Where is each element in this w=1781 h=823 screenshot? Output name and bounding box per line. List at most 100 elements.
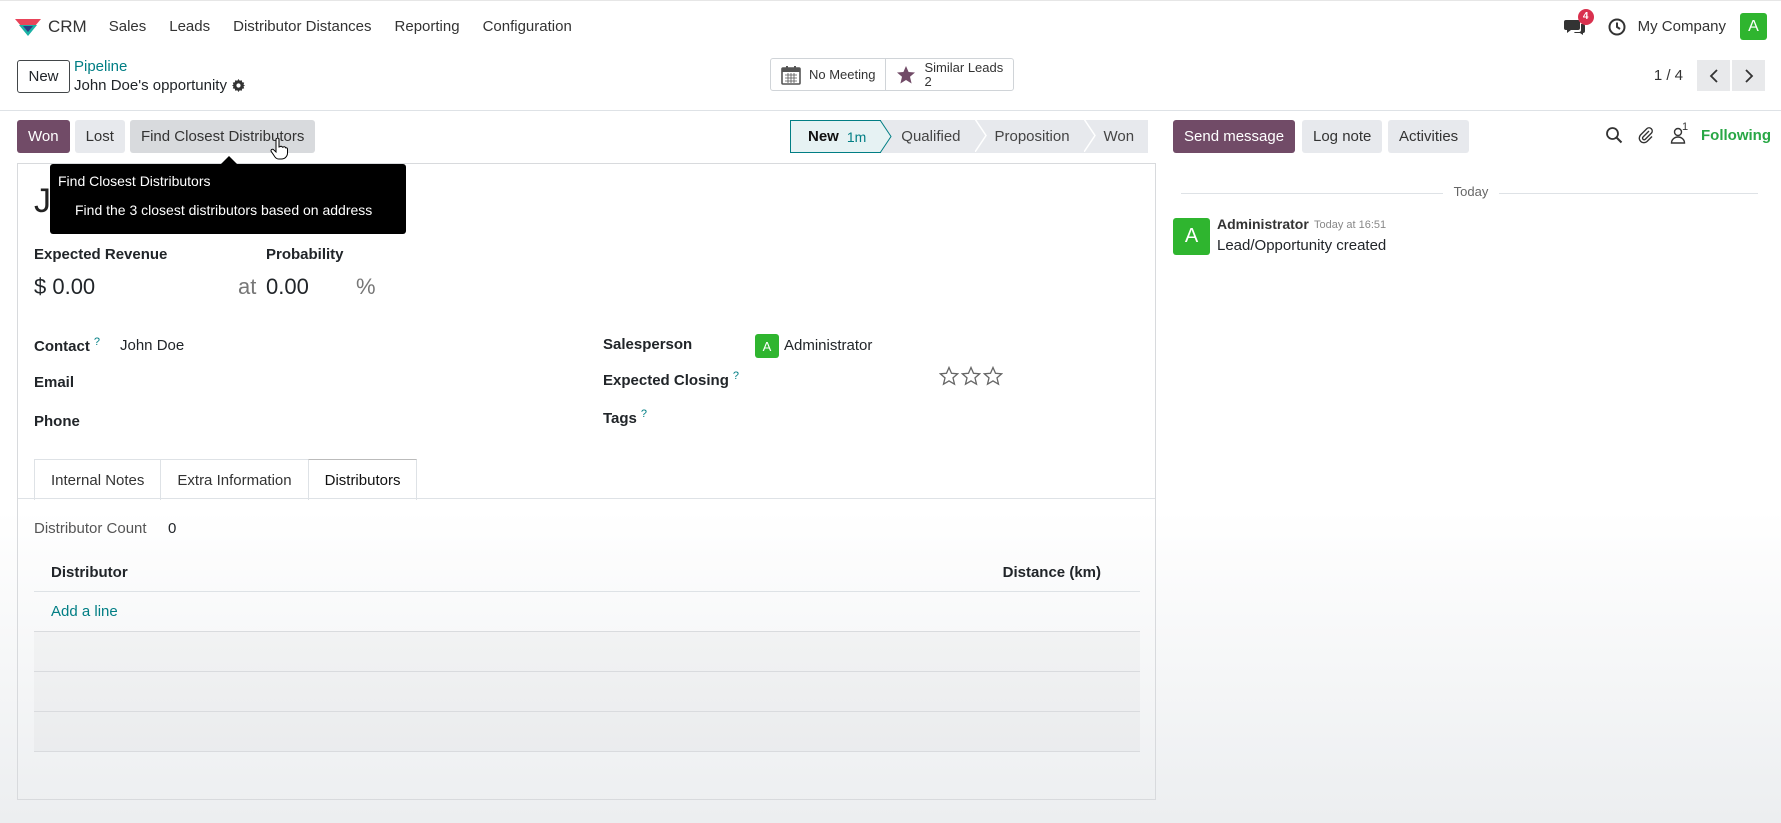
contact-label-text: Contact [34, 338, 90, 355]
chatter-topbar-icons: 1 Following [1605, 121, 1771, 144]
tab-extra-information[interactable]: Extra Information [160, 459, 309, 500]
expected-closing-label: Expected Closing? [603, 370, 739, 389]
date-separator: Today [1181, 184, 1758, 204]
control-panel: New Pipeline John Doe's opportunity No M… [0, 52, 1781, 111]
messaging-button[interactable]: 4 [1563, 8, 1594, 37]
messaging-badge: 4 [1577, 8, 1594, 25]
new-button[interactable]: New [17, 60, 70, 93]
following-button[interactable]: Following [1701, 127, 1771, 144]
email-label: Email [34, 374, 75, 391]
expected-revenue-field[interactable]: $ 0.00 [34, 274, 95, 300]
user-avatar[interactable]: A [1740, 13, 1767, 40]
table-row [34, 632, 1140, 672]
form-sheet: J Expected Revenue $ 0.00 at Probability… [17, 163, 1156, 800]
meeting-smart-button[interactable]: No Meeting [771, 59, 885, 90]
probability-field[interactable]: 0.00 [266, 274, 309, 300]
chevron-left-icon [1709, 68, 1718, 83]
pager-value[interactable]: 1 / 4 [1654, 67, 1683, 84]
main-menu: Sales Leads Distributor Distances Report… [109, 18, 595, 35]
menu-configuration[interactable]: Configuration [483, 18, 572, 35]
menu-leads[interactable]: Leads [169, 18, 210, 35]
stage-new[interactable]: New 1m [790, 120, 892, 153]
separator-line [1499, 193, 1758, 194]
table-header: Distributor Distance (km) [34, 554, 1140, 592]
stage-proposition-label: Proposition [994, 128, 1070, 145]
nav-systray: 4 My Company A [1563, 8, 1767, 40]
followers-button[interactable]: 1 [1669, 121, 1688, 144]
calendar-icon [781, 65, 801, 85]
menu-distributor-distances[interactable]: Distributor Distances [233, 18, 371, 35]
date-separator-label: Today [1453, 184, 1489, 199]
menu-reporting[interactable]: Reporting [395, 18, 460, 35]
chevron-right-icon [1744, 68, 1753, 83]
breadcrumb-pipeline[interactable]: Pipeline [74, 58, 127, 75]
contact-field[interactable]: John Doe [120, 337, 184, 354]
paperclip-icon[interactable] [1637, 126, 1655, 144]
opportunity-title[interactable]: J [34, 182, 51, 221]
priority-stars [939, 366, 1005, 386]
stage-arrow-icon [880, 120, 892, 153]
follower-count: 1 [1682, 121, 1689, 133]
distributor-count-label: Distributor Count [34, 520, 147, 537]
stage-proposition[interactable]: Proposition [974, 119, 1096, 153]
table-row [34, 712, 1140, 752]
similar-leads-smart-button[interactable]: Similar Leads 2 [885, 59, 1013, 90]
similar-leads-text: Similar Leads 2 [924, 59, 1004, 89]
expected-revenue-label: Expected Revenue [34, 246, 168, 263]
salesperson-field[interactable]: Administrator [784, 337, 872, 354]
separator-line [1181, 193, 1443, 194]
similar-leads-count: 2 [924, 73, 932, 89]
distributor-count-value: 0 [168, 520, 177, 537]
meeting-label: No Meeting [809, 67, 876, 82]
column-distance[interactable]: Distance (km) [1003, 564, 1101, 581]
tab-distributors[interactable]: Distributors [307, 459, 418, 500]
pager-previous-button[interactable] [1697, 60, 1730, 91]
button-tooltip: Find Closest Distributors Find the 3 clo… [50, 164, 406, 234]
priority-star-icon[interactable] [961, 366, 981, 386]
pager-next-button[interactable] [1732, 60, 1765, 91]
stage-won-label: Won [1103, 128, 1135, 145]
add-line-button[interactable]: Add a line [51, 603, 118, 620]
probability-label: Probability [266, 246, 344, 263]
stage-qualified[interactable]: Qualified [881, 119, 987, 153]
tooltip-description: Find the 3 closest distributors based on… [75, 202, 373, 218]
stage-qualified-label: Qualified [901, 128, 961, 145]
message-author[interactable]: Administrator [1217, 216, 1309, 232]
column-distributor[interactable]: Distributor [51, 564, 128, 581]
message-author-avatar[interactable]: A [1173, 218, 1210, 255]
message-timestamp: Today at 16:51 [1314, 219, 1387, 231]
app-name: CRM [48, 16, 87, 36]
send-message-button[interactable]: Send message [1173, 120, 1296, 153]
tab-divider [18, 498, 1155, 499]
log-note-button[interactable]: Log note [1302, 120, 1383, 153]
notebook-tabs: Internal Notes Extra Information Distrib… [34, 459, 418, 500]
app-brand[interactable]: CRM [14, 17, 87, 37]
similar-leads-label: Similar Leads [924, 59, 1004, 75]
percent-sign: % [356, 274, 376, 299]
gear-icon[interactable] [231, 79, 245, 92]
hand-pointer-icon [270, 138, 288, 160]
menu-sales[interactable]: Sales [109, 18, 147, 35]
top-navbar: CRM Sales Leads Distributor Distances Re… [0, 0, 1781, 52]
expected-closing-help-icon[interactable]: ? [733, 370, 739, 382]
priority-star-icon[interactable] [983, 366, 1003, 386]
tooltip-title: Find Closest Distributors [58, 173, 211, 189]
company-switcher[interactable]: My Company [1638, 18, 1726, 35]
pager: 1 / 4 [1654, 60, 1765, 91]
message-body: Lead/Opportunity created [1217, 237, 1387, 254]
tab-internal-notes[interactable]: Internal Notes [34, 459, 162, 500]
at-separator: at [238, 274, 257, 299]
search-icon[interactable] [1605, 126, 1623, 144]
phone-label: Phone [34, 413, 80, 430]
mark-lost-button[interactable]: Lost [74, 120, 125, 153]
table-row: Add a line [34, 592, 1140, 632]
tags-help-icon[interactable]: ? [641, 408, 647, 420]
mark-won-button[interactable]: Won [17, 120, 70, 153]
stage-pipeline: New 1m Qualified Proposition Won [790, 119, 1149, 153]
activities-button[interactable]: Activities [1388, 120, 1470, 153]
priority-star-icon[interactable] [939, 366, 959, 386]
clock-icon[interactable] [1608, 18, 1626, 36]
tags-label-text: Tags [603, 410, 637, 427]
star-icon [897, 65, 916, 83]
contact-help-icon[interactable]: ? [94, 336, 100, 348]
